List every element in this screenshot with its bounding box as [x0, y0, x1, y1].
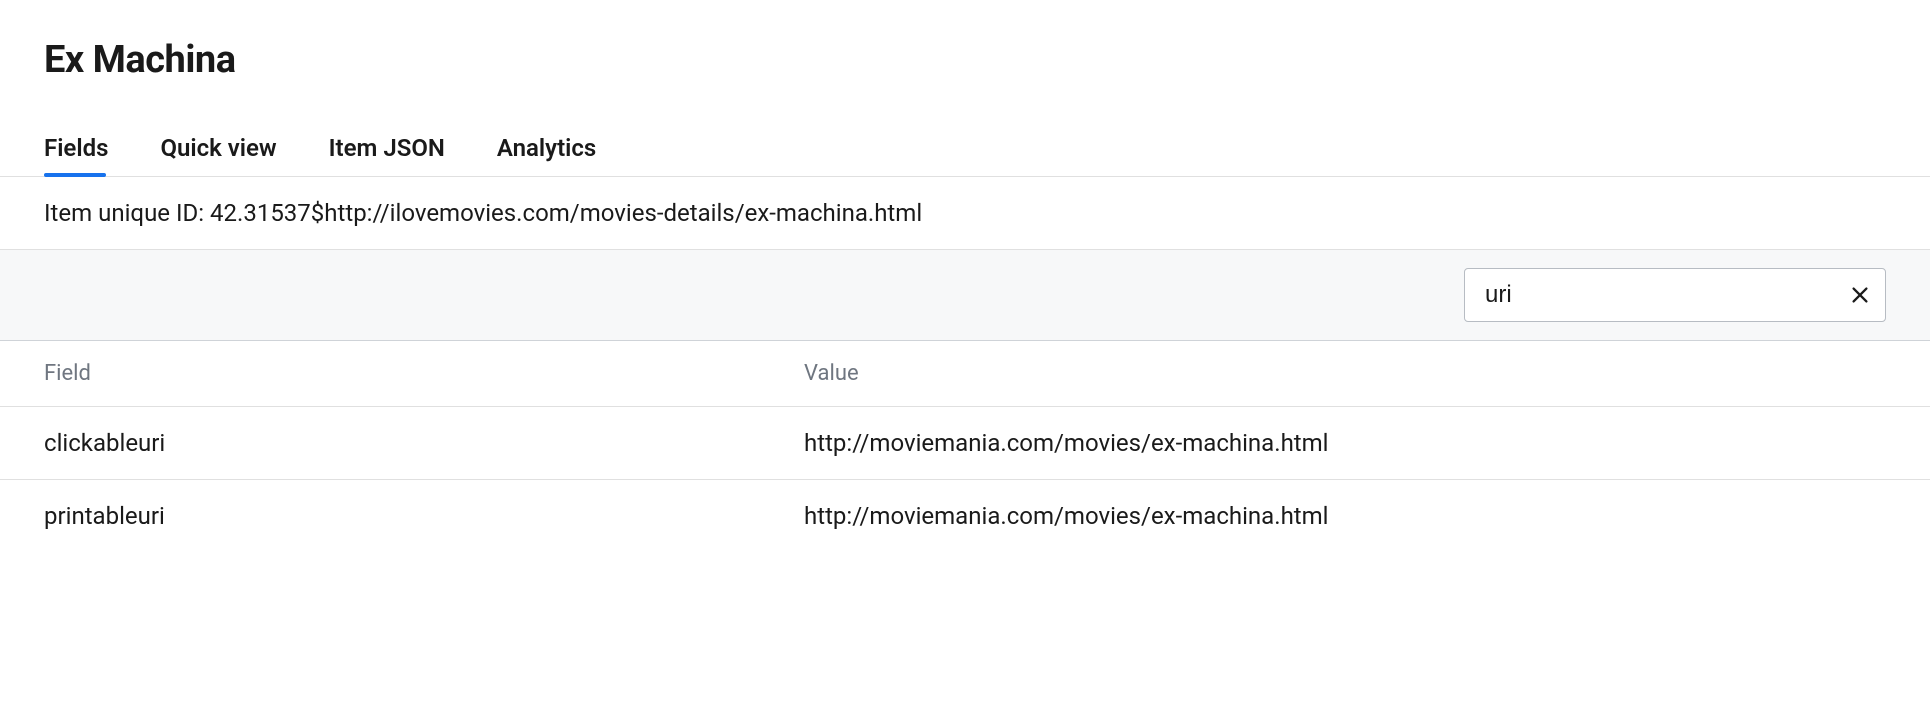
field-value: http://moviemania.com/movies/ex-machina.… — [804, 429, 1886, 457]
table-header: Field Value — [0, 341, 1930, 407]
table-row: printableuri http://moviemania.com/movie… — [0, 480, 1930, 552]
page-title: Ex Machina — [44, 38, 1886, 82]
tab-quick-view[interactable]: Quick view — [160, 134, 276, 176]
clear-search-button[interactable] — [1846, 281, 1874, 309]
column-header-value: Value — [804, 361, 1886, 386]
tabs: Fields Quick view Item JSON Analytics — [0, 82, 1930, 177]
tab-analytics[interactable]: Analytics — [497, 134, 596, 176]
search-box — [1464, 268, 1886, 322]
table-row: clickableuri http://moviemania.com/movie… — [0, 407, 1930, 480]
item-unique-id: Item unique ID: 42.31537$http://ilovemov… — [0, 177, 1930, 250]
item-id-label: Item unique ID: — [44, 199, 210, 227]
tab-item-json[interactable]: Item JSON — [329, 134, 445, 176]
search-input[interactable] — [1464, 268, 1886, 322]
item-id-value: 42.31537$http://ilovemovies.com/movies-d… — [210, 199, 922, 227]
search-row — [0, 250, 1930, 341]
field-value: http://moviemania.com/movies/ex-machina.… — [804, 502, 1886, 530]
column-header-field: Field — [44, 361, 804, 386]
fields-table: Field Value clickableuri http://movieman… — [0, 341, 1930, 552]
field-name: printableuri — [44, 502, 804, 530]
tab-fields[interactable]: Fields — [44, 134, 108, 176]
field-name: clickableuri — [44, 429, 804, 457]
close-icon — [1849, 284, 1871, 306]
